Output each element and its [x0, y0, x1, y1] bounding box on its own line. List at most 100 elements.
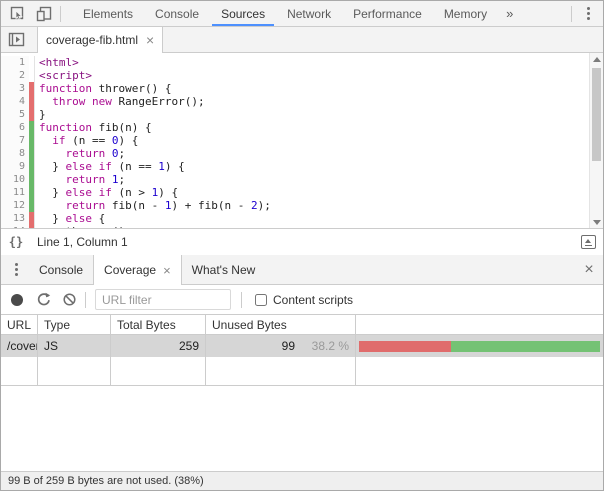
code-text: thrower(); — [37, 225, 132, 228]
code-editor-lines: 1<html>2<script>3function thrower() {4 t… — [1, 53, 603, 228]
drawer-menu-kebab-icon[interactable] — [3, 258, 29, 282]
drawer-kebab-dots — [15, 263, 18, 276]
device-toolbar-icon[interactable] — [31, 2, 57, 26]
record-coverage-button[interactable] — [4, 288, 30, 312]
coverage-summary: 99 B of 259 B bytes are not used. (38%) — [1, 471, 603, 490]
code-line[interactable]: 11 } else if (n > 1) { — [1, 186, 603, 199]
column-header-unused-bytes[interactable]: Unused Bytes — [206, 315, 356, 334]
code-text: } else { — [37, 212, 105, 225]
code-line[interactable]: 4 throw new RangeError(); — [1, 95, 603, 108]
drawer-tab-what-s-new[interactable]: What's New — [182, 255, 266, 284]
triangle-down — [593, 220, 601, 225]
cell-type: JS — [38, 335, 111, 357]
more-panels-chevron-icon[interactable]: » — [498, 6, 521, 21]
clear-button[interactable] — [56, 288, 82, 312]
coverage-summary-text: 99 B of 259 B bytes are not used. (38%) — [8, 475, 204, 487]
sources-file-tabbar: coverage-fib.html × — [1, 27, 603, 53]
code-line[interactable]: 8 return 0; — [1, 147, 603, 160]
filler-cell — [356, 357, 603, 385]
file-tab-label: coverage-fib.html — [46, 33, 138, 47]
navigator-glyph — [8, 32, 25, 47]
code-text: } — [37, 108, 46, 121]
editor-vertical-scrollbar[interactable] — [589, 53, 603, 228]
reload-button[interactable] — [30, 288, 56, 312]
drawer-tab-console[interactable]: Console — [29, 255, 93, 284]
code-line[interactable]: 5} — [1, 108, 603, 121]
code-line[interactable]: 6function fib(n) { — [1, 121, 603, 134]
reload-icon — [36, 292, 51, 307]
line-number: 8 — [1, 147, 29, 160]
code-text: <script> — [37, 69, 92, 82]
cursor-position-label: Line 1, Column 1 — [37, 235, 128, 249]
panel-tab-sources[interactable]: Sources — [210, 1, 276, 26]
code-text: } else if (n == 1) { — [37, 160, 185, 173]
filler-cell — [206, 357, 356, 385]
drawer-close-icon[interactable]: × — [575, 255, 603, 284]
unused-bar-segment — [359, 341, 451, 352]
column-header-type[interactable]: Type — [38, 315, 111, 334]
column-header-url[interactable]: URL — [1, 315, 38, 334]
coverage-grid-header: URLTypeTotal BytesUnused Bytes — [1, 315, 603, 335]
code-editor[interactable]: 1<html>2<script>3function thrower() {4 t… — [1, 53, 603, 228]
code-line[interactable]: 2 <script> — [1, 69, 603, 82]
drawer-tab-close-icon[interactable]: × — [163, 264, 171, 277]
panel-tab-network[interactable]: Network — [276, 1, 342, 26]
devtools-menu-kebab-icon[interactable] — [575, 2, 601, 26]
code-line[interactable]: 10 return 1; — [1, 173, 603, 186]
code-text: throw new RangeError(); — [37, 95, 205, 108]
line-number: 3 — [1, 82, 29, 95]
scrollbar-thumb[interactable] — [592, 68, 601, 161]
url-filter-input[interactable] — [95, 289, 231, 310]
expand-drawer-icon[interactable] — [575, 230, 601, 254]
panel-tab-performance[interactable]: Performance — [342, 1, 433, 26]
line-number: 5 — [1, 108, 29, 121]
cell-usage-bar — [356, 335, 603, 357]
content-scripts-checkbox[interactable] — [255, 294, 267, 306]
code-line[interactable]: 14 thrower(); — [1, 225, 603, 228]
coverage-toolbar-separator — [85, 292, 86, 308]
code-line[interactable]: 1<html> — [1, 56, 603, 69]
panel-tab-elements[interactable]: Elements — [72, 1, 144, 26]
scroll-up-arrow-icon[interactable] — [590, 53, 603, 65]
drawer-tab-coverage[interactable]: Coverage× — [93, 255, 182, 285]
filler-cell — [1, 357, 38, 385]
coverage-grid-rows: /coverage-fib.htmlJS2599938.2 % — [1, 335, 603, 357]
code-line[interactable]: 12 return fib(n - 1) + fib(n - 2); — [1, 199, 603, 212]
coverage-grid-filler — [1, 357, 603, 386]
cell-url: /coverage-fib.html — [1, 335, 38, 357]
drawer-tab-label: Console — [39, 263, 83, 277]
line-number: 6 — [1, 121, 29, 134]
panel-tab-memory[interactable]: Memory — [433, 1, 498, 26]
show-navigator-icon[interactable] — [3, 28, 29, 52]
used-bar-segment — [451, 341, 600, 352]
cell-unused-bytes: 9938.2 % — [206, 335, 356, 357]
unused-bytes-value: 99 — [282, 339, 295, 353]
coverage-row[interactable]: /coverage-fib.htmlJS2599938.2 % — [1, 335, 603, 357]
code-text: return 1; — [37, 173, 125, 186]
line-number: 7 — [1, 134, 29, 147]
inspect-element-icon[interactable] — [5, 2, 31, 26]
line-number: 2 — [1, 69, 29, 82]
file-tab-close-icon[interactable]: × — [146, 33, 154, 47]
column-header-total-bytes[interactable]: Total Bytes — [111, 315, 206, 334]
unused-bytes-percent: 38.2 % — [295, 339, 349, 353]
usage-bar — [359, 341, 600, 352]
code-text: function thrower() { — [37, 82, 171, 95]
devtools-window: ElementsConsoleSourcesNetworkPerformance… — [0, 0, 604, 491]
panel-tab-console[interactable]: Console — [144, 1, 210, 26]
code-line[interactable]: 3 function thrower() { — [1, 82, 603, 95]
cell-total-bytes: 259 — [111, 335, 206, 357]
kebab-dots — [587, 7, 590, 20]
file-tab-coverage-fib[interactable]: coverage-fib.html × — [37, 27, 163, 53]
line-number: 4 — [1, 95, 29, 108]
expand-glyph — [581, 235, 596, 249]
triangle-up — [593, 57, 601, 62]
main-toolbar: ElementsConsoleSourcesNetworkPerformance… — [1, 1, 603, 27]
code-line[interactable]: 9 } else if (n == 1) { — [1, 160, 603, 173]
code-line[interactable]: 13 } else { — [1, 212, 603, 225]
column-header-bar[interactable] — [356, 315, 603, 334]
scroll-down-arrow-icon[interactable] — [590, 216, 603, 228]
device-toolbar-glyph — [36, 6, 52, 22]
pretty-print-icon[interactable]: {} — [3, 230, 29, 254]
code-line[interactable]: 7 if (n == 0) { — [1, 134, 603, 147]
